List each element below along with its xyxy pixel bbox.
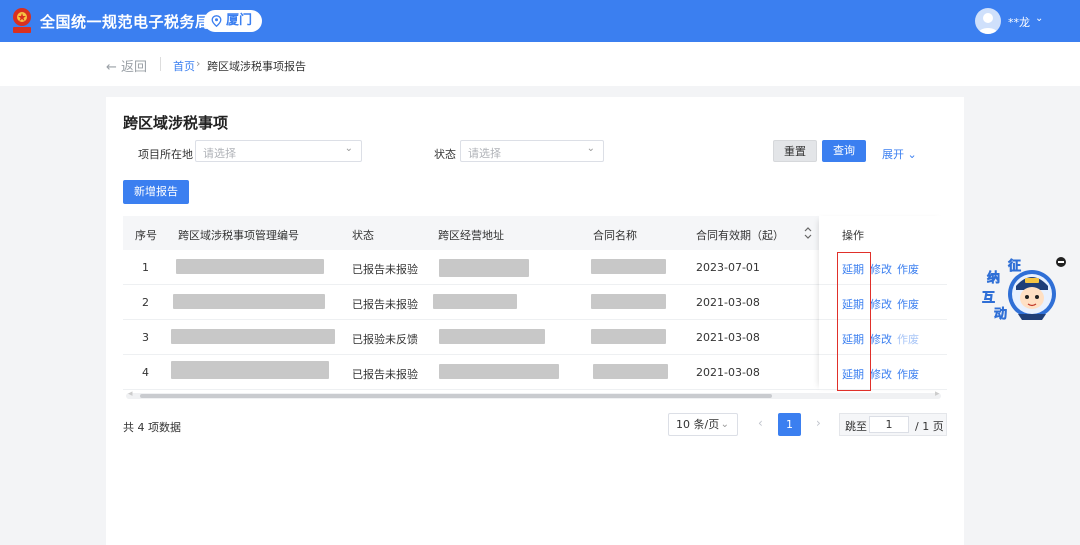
- close-icon[interactable]: [1056, 257, 1066, 267]
- add-report-button[interactable]: 新增报告: [123, 180, 189, 204]
- row-start-date: 2021-03-08: [696, 296, 760, 309]
- row-start-date: 2021-03-08: [696, 366, 760, 379]
- sort-icon[interactable]: [803, 225, 813, 241]
- page-title: 跨区域涉税事项: [123, 114, 229, 132]
- breadcrumb-separator: ›: [196, 57, 201, 70]
- divider: [160, 57, 161, 71]
- mascot-char-1: 征: [1008, 258, 1021, 274]
- row-status: 已报告未报验: [352, 368, 418, 381]
- row-index: 4: [142, 366, 149, 379]
- row-status: 已报验未反馈: [352, 333, 418, 346]
- redacted-manage-no: [176, 259, 324, 274]
- extend-column-highlight: [837, 252, 871, 391]
- user-name[interactable]: **龙: [1008, 14, 1030, 30]
- chevron-down-icon: ⌄: [586, 143, 595, 154]
- void-link-disabled: 作废: [897, 333, 919, 346]
- redacted-contract-name: [591, 259, 666, 274]
- column-header-address: 跨区经营地址: [438, 229, 504, 242]
- page-size-select[interactable]: 10 条/页 ⌄: [668, 413, 738, 436]
- column-header-start-date: 合同有效期（起）: [696, 229, 784, 242]
- column-header-contract-name: 合同名称: [593, 229, 637, 242]
- jump-label: 跳至: [845, 420, 867, 433]
- mascot-char-4: 动: [994, 307, 1007, 322]
- jump-page-input[interactable]: 1: [869, 416, 909, 433]
- breadcrumb-current: 跨区域涉税事项报告: [207, 60, 306, 73]
- status-select[interactable]: 请选择 ⌄: [460, 140, 604, 162]
- chevron-down-icon[interactable]: ⌄: [1035, 13, 1043, 24]
- location-filter-label: 项目所在地: [138, 148, 193, 161]
- void-link[interactable]: 作废: [897, 261, 919, 277]
- total-count: 共 4 项数据: [123, 421, 181, 434]
- void-link[interactable]: 作废: [897, 296, 919, 312]
- column-header-status: 状态: [352, 229, 374, 242]
- modify-link[interactable]: 修改: [870, 261, 892, 277]
- city-selector[interactable]: 厦门: [204, 10, 262, 32]
- redacted-address: [433, 294, 517, 309]
- reset-button[interactable]: 重置: [773, 140, 817, 162]
- modify-link[interactable]: 修改: [870, 331, 892, 347]
- main-card: 跨区域涉税事项 项目所在地 请选择 ⌄ 状态 请选择 ⌄ 重置 查询 展开 ⌄ …: [106, 97, 964, 545]
- page-size-value: 10 条/页: [676, 418, 720, 431]
- redacted-contract-name: [591, 294, 666, 309]
- scrollbar-thumb[interactable]: [140, 394, 772, 398]
- redacted-manage-no: [173, 294, 325, 309]
- breadcrumb-home-link[interactable]: 首页: [173, 58, 195, 74]
- next-page-button[interactable]: ›: [816, 416, 821, 430]
- redacted-contract-name: [593, 364, 668, 379]
- modify-link[interactable]: 修改: [870, 296, 892, 312]
- row-start-date: 2023-07-01: [696, 261, 760, 274]
- top-header: 全国统一规范电子税务局 厦门 **龙 ⌄: [0, 0, 1080, 42]
- status-filter-label: 状态: [434, 148, 456, 161]
- void-link[interactable]: 作废: [897, 366, 919, 382]
- prev-page-button[interactable]: ‹: [758, 416, 763, 430]
- scroll-left-icon[interactable]: ◂: [128, 389, 133, 399]
- column-header-operations: 操作: [842, 229, 864, 242]
- redacted-address: [439, 329, 545, 344]
- redacted-manage-no: [171, 361, 329, 379]
- city-name: 厦门: [226, 13, 253, 28]
- location-select[interactable]: 请选择 ⌄: [195, 140, 362, 162]
- status-select-placeholder: 请选择: [468, 147, 501, 160]
- row-status: 已报告未报验: [352, 263, 418, 276]
- location-pin-icon: [211, 15, 222, 27]
- row-status: 已报告未报验: [352, 298, 418, 311]
- modify-link[interactable]: 修改: [870, 366, 892, 382]
- breadcrumb: ← 返回 首页 › 跨区域涉税事项报告: [0, 42, 1080, 86]
- expand-filters-link[interactable]: 展开 ⌄: [882, 146, 917, 162]
- redacted-manage-no: [171, 329, 335, 344]
- column-header-index: 序号: [135, 229, 157, 242]
- column-header-manage-no: 跨区域涉税事项管理编号: [178, 229, 299, 242]
- mascot-char-2: 纳: [987, 270, 1000, 286]
- chevron-down-icon: ⌄: [344, 143, 353, 154]
- row-index: 3: [142, 331, 149, 344]
- site-title: 全国统一规范电子税务局: [40, 13, 211, 31]
- chevron-down-icon: ⌄: [720, 419, 729, 430]
- total-pages: / 1 页: [915, 420, 944, 433]
- redacted-address: [439, 364, 559, 379]
- query-button[interactable]: 查询: [822, 140, 866, 162]
- row-index: 2: [142, 296, 149, 309]
- user-icon: [978, 13, 998, 34]
- location-select-placeholder: 请选择: [203, 147, 236, 160]
- redacted-contract-name: [591, 329, 666, 344]
- row-index: 1: [142, 261, 149, 274]
- tax-interaction-mascot-icon[interactable]: 征 纳 互 动: [978, 256, 1060, 330]
- page-jumper: 跳至 1 / 1 页: [839, 413, 947, 436]
- row-start-date: 2021-03-08: [696, 331, 760, 344]
- tax-emblem-icon: [13, 8, 31, 33]
- page-number-current[interactable]: 1: [778, 413, 801, 436]
- scroll-right-icon[interactable]: ▸: [935, 389, 940, 399]
- redacted-address: [439, 259, 529, 277]
- mascot-char-3: 互: [982, 291, 995, 306]
- user-avatar[interactable]: [975, 8, 1001, 34]
- back-button[interactable]: ← 返回: [106, 56, 147, 75]
